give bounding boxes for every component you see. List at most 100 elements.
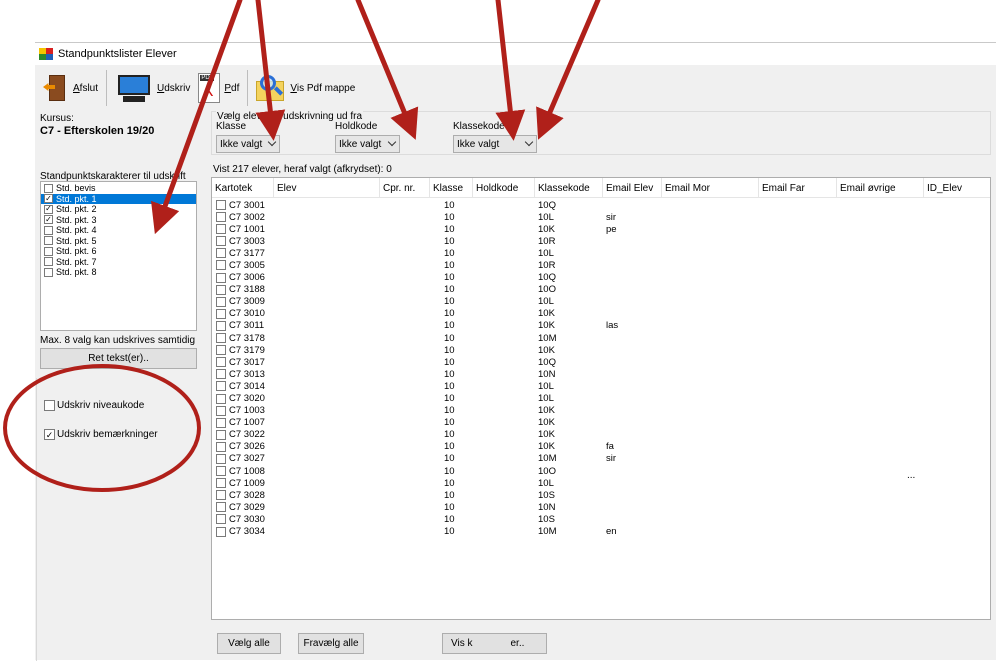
row-checkbox[interactable] bbox=[216, 357, 226, 368]
table-row[interactable]: C7 3010 10 10K bbox=[212, 308, 990, 320]
table-row[interactable]: C7 3017 10 10Q bbox=[212, 356, 990, 368]
row-checkbox[interactable] bbox=[216, 490, 226, 501]
grade-item[interactable]: Std. pkt. 4 bbox=[41, 225, 196, 236]
row-checkbox[interactable] bbox=[216, 417, 226, 428]
table-row[interactable]: C7 1001 10 10K pe bbox=[212, 223, 990, 235]
column-header[interactable]: Elev bbox=[274, 178, 380, 198]
row-checkbox[interactable] bbox=[216, 333, 226, 344]
table-row[interactable]: C7 1007 10 10K bbox=[212, 417, 990, 429]
table-row[interactable]: C7 1009 10 10L bbox=[212, 477, 990, 489]
grade-item[interactable]: Std. pkt. 7 bbox=[41, 257, 196, 268]
klasse-select[interactable]: Ikke valgt bbox=[216, 135, 280, 153]
row-checkbox[interactable] bbox=[216, 526, 226, 537]
column-header[interactable]: Email øvrige bbox=[837, 178, 924, 198]
column-header[interactable]: Klassekode bbox=[535, 178, 603, 198]
row-checkbox[interactable] bbox=[216, 393, 226, 404]
print-button[interactable]: Udskriv bbox=[111, 68, 194, 108]
table-row[interactable]: C7 3022 10 10K bbox=[212, 429, 990, 441]
column-header[interactable]: Holdkode bbox=[473, 178, 535, 198]
table-row[interactable]: C7 3003 10 10R bbox=[212, 235, 990, 247]
show-button[interactable]: Vis k er.. bbox=[442, 633, 547, 654]
grades-list[interactable]: Std. bevis ✓ Std. pkt. 1 ✓ Std. pkt. 2 ✓ Std. … bbox=[40, 181, 197, 331]
column-header[interactable]: Email Elev bbox=[603, 178, 662, 198]
column-header[interactable]: Email Far bbox=[759, 178, 837, 198]
column-header[interactable]: Email Mor bbox=[662, 178, 759, 198]
table-row[interactable]: C7 3028 10 10S bbox=[212, 489, 990, 501]
print-remarks-checkbox[interactable]: ✓ bbox=[44, 429, 55, 440]
deselect-all-button[interactable]: Fravælg alle bbox=[298, 633, 364, 654]
table-row[interactable]: C7 3006 10 10Q bbox=[212, 272, 990, 284]
print-level-code-checkbox[interactable] bbox=[44, 400, 55, 411]
table-row[interactable]: C7 3013 10 10N bbox=[212, 368, 990, 380]
row-checkbox[interactable] bbox=[216, 200, 226, 210]
grade-item[interactable]: Std. bevis bbox=[41, 183, 196, 194]
grade-checkbox[interactable] bbox=[44, 236, 53, 246]
grade-item[interactable]: ✓ Std. pkt. 3 bbox=[41, 215, 196, 226]
table-row[interactable]: C7 3005 10 10R bbox=[212, 259, 990, 271]
row-checkbox[interactable] bbox=[216, 466, 226, 477]
grade-item[interactable]: ✓ Std. pkt. 2 bbox=[41, 204, 196, 215]
row-checkbox[interactable] bbox=[216, 514, 226, 525]
edit-text-button[interactable]: Ret tekst(er).. bbox=[40, 348, 197, 369]
row-checkbox[interactable] bbox=[216, 236, 226, 247]
column-header[interactable]: ID_Elev bbox=[924, 178, 990, 198]
table-row[interactable]: C7 3026 10 10K fa bbox=[212, 441, 990, 453]
table-row[interactable]: C7 3001 10 10Q bbox=[212, 199, 990, 211]
row-checkbox[interactable] bbox=[216, 369, 226, 380]
row-checkbox[interactable] bbox=[216, 441, 226, 452]
holdkode-select[interactable]: Ikke valgt bbox=[335, 135, 400, 153]
table-row[interactable]: C7 3177 10 10L bbox=[212, 247, 990, 259]
table-row[interactable]: C7 3009 10 10L bbox=[212, 296, 990, 308]
row-checkbox[interactable] bbox=[216, 224, 226, 235]
row-checkbox[interactable] bbox=[216, 248, 226, 259]
klassekode-select[interactable]: Ikke valgt bbox=[453, 135, 537, 153]
grade-checkbox[interactable] bbox=[44, 257, 53, 267]
exit-button[interactable]: Afslut bbox=[39, 68, 102, 108]
table-row[interactable]: C7 3034 10 10M en bbox=[212, 526, 990, 538]
grade-checkbox[interactable] bbox=[44, 183, 53, 193]
grade-checkbox[interactable] bbox=[44, 267, 53, 277]
grade-checkbox[interactable]: ✓ bbox=[44, 194, 53, 204]
pdf-button[interactable]: PDF ⅄ Pdf bbox=[194, 68, 243, 108]
grade-checkbox[interactable] bbox=[44, 225, 53, 235]
grade-item[interactable]: Std. pkt. 5 bbox=[41, 236, 196, 247]
show-pdf-folder-button[interactable]: Vis Pdf mappe bbox=[252, 68, 359, 108]
table-row[interactable]: C7 3030 10 10S bbox=[212, 513, 990, 525]
grade-checkbox[interactable]: ✓ bbox=[44, 215, 53, 225]
column-header[interactable]: Cpr. nr. bbox=[380, 178, 430, 198]
select-all-button[interactable]: Vælg alle bbox=[217, 633, 281, 654]
table-row[interactable]: C7 3002 10 10L sir bbox=[212, 211, 990, 223]
grade-item[interactable]: Std. pkt. 8 bbox=[41, 267, 196, 278]
row-checkbox[interactable] bbox=[216, 212, 226, 223]
grade-item[interactable]: Std. pkt. 6 bbox=[41, 246, 196, 257]
row-checkbox[interactable] bbox=[216, 284, 226, 295]
table-row[interactable]: C7 3029 10 10N bbox=[212, 501, 990, 513]
row-checkbox[interactable] bbox=[216, 308, 226, 319]
table-row[interactable]: C7 3178 10 10M bbox=[212, 332, 990, 344]
table-row[interactable]: C7 3014 10 10L bbox=[212, 380, 990, 392]
table-row[interactable]: C7 3011 10 10K las bbox=[212, 320, 990, 332]
row-checkbox[interactable] bbox=[216, 320, 226, 331]
row-checkbox[interactable] bbox=[216, 502, 226, 513]
row-checkbox[interactable] bbox=[216, 453, 226, 464]
students-grid[interactable]: Kartotek Elev Cpr. nr. Klasse Holdkode Klasse… bbox=[211, 177, 991, 620]
row-checkbox[interactable] bbox=[216, 429, 226, 440]
row-checkbox[interactable] bbox=[216, 345, 226, 356]
row-checkbox[interactable] bbox=[216, 405, 226, 416]
row-checkbox[interactable] bbox=[216, 381, 226, 392]
row-checkbox[interactable] bbox=[216, 478, 226, 489]
print-remarks-option[interactable]: ✓ Udskriv bemærkninger bbox=[44, 429, 158, 440]
table-row[interactable]: C7 3179 10 10K bbox=[212, 344, 990, 356]
print-level-code-option[interactable]: Udskriv niveaukode bbox=[44, 400, 144, 411]
row-checkbox[interactable] bbox=[216, 296, 226, 307]
table-row[interactable]: C7 1003 10 10K bbox=[212, 405, 990, 417]
grade-checkbox[interactable] bbox=[44, 246, 53, 256]
table-row[interactable]: C7 1008 10 10O bbox=[212, 465, 990, 477]
row-checkbox[interactable] bbox=[216, 260, 226, 271]
grade-checkbox[interactable]: ✓ bbox=[44, 204, 53, 214]
table-row[interactable]: C7 3027 10 10M sir bbox=[212, 453, 990, 465]
grade-item[interactable]: ✓ Std. pkt. 1 bbox=[41, 193, 196, 204]
table-row[interactable]: C7 3020 10 10L bbox=[212, 393, 990, 405]
column-header[interactable]: Klasse bbox=[430, 178, 473, 198]
row-checkbox[interactable] bbox=[216, 272, 226, 283]
